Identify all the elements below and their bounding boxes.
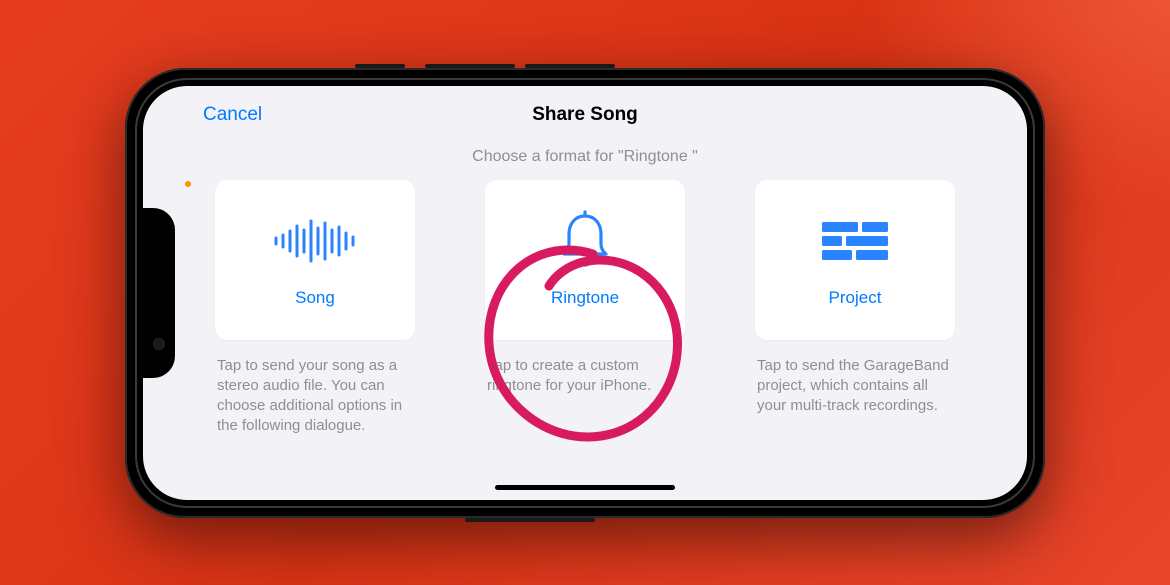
phone-screen: Cancel Share Song Choose a format for "R…	[143, 86, 1027, 500]
phone-side-button	[465, 518, 595, 522]
iphone-frame: Cancel Share Song Choose a format for "R…	[125, 68, 1045, 518]
subtitle-text: Choose a format for "Ringtone "	[143, 148, 1027, 166]
nav-header: Cancel Share Song	[143, 86, 1027, 134]
home-indicator[interactable]	[495, 485, 675, 490]
option-ringtone-label: Ringtone	[551, 288, 619, 308]
option-project: Project Tap to send the GarageBand proje…	[755, 180, 955, 437]
phone-side-button	[425, 64, 515, 68]
bell-icon	[555, 212, 615, 270]
recording-indicator-dot	[185, 181, 191, 187]
cancel-button[interactable]: Cancel	[203, 104, 262, 126]
option-ringtone-description: Tap to create a custom ringtone for your…	[485, 356, 685, 397]
option-project-card[interactable]: Project	[755, 180, 955, 340]
option-ringtone-card[interactable]: Ringtone	[485, 180, 685, 340]
option-song-description: Tap to send your song as a stereo audio …	[215, 356, 415, 437]
waveform-icon	[270, 212, 360, 270]
option-song-label: Song	[295, 288, 335, 308]
format-options: Song Tap to send your song as a stereo a…	[143, 180, 1027, 437]
project-tracks-icon	[820, 212, 890, 270]
phone-notch	[143, 208, 175, 378]
option-project-label: Project	[829, 288, 882, 308]
page-title: Share Song	[532, 104, 638, 126]
option-project-description: Tap to send the GarageBand project, whic…	[755, 356, 955, 417]
option-song: Song Tap to send your song as a stereo a…	[215, 180, 415, 437]
phone-side-button	[355, 64, 405, 68]
phone-side-button	[525, 64, 615, 68]
option-song-card[interactable]: Song	[215, 180, 415, 340]
option-ringtone: Ringtone Tap to create a custom ringtone…	[485, 180, 685, 437]
